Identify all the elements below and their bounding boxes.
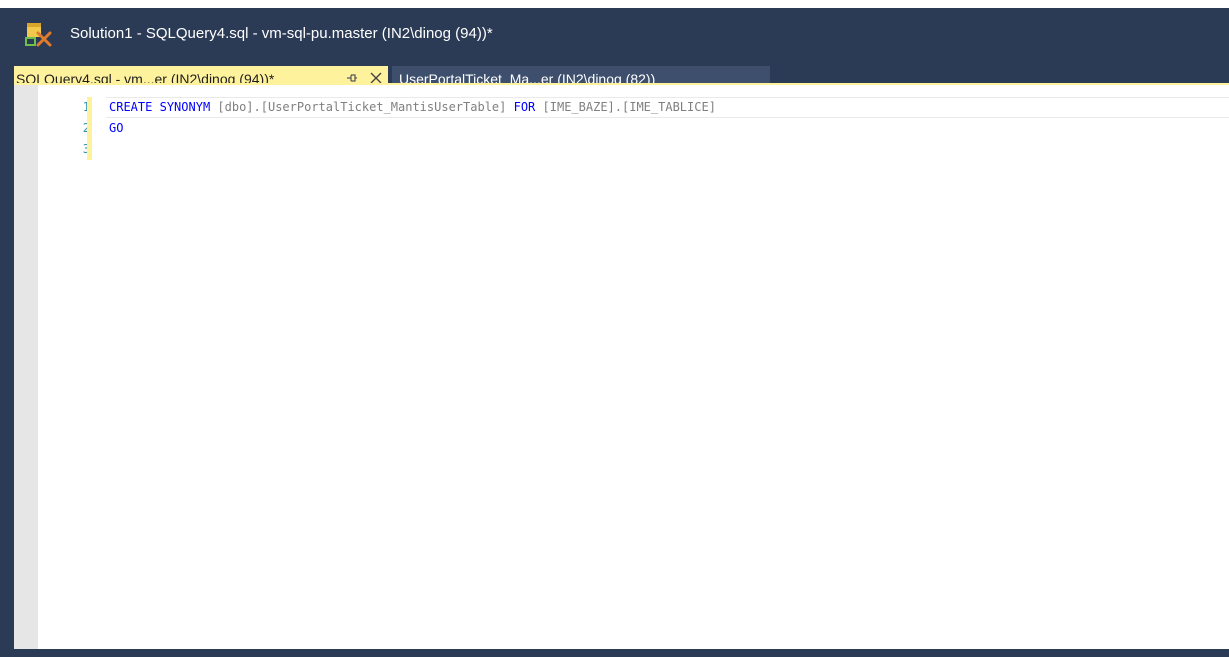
- sql-identifier: [dbo].[UserPortalTicket_MantisUserTable]: [210, 100, 514, 114]
- line-number: 2: [38, 118, 90, 139]
- code-line[interactable]: CREATE SYNONYM [dbo].[UserPortalTicket_M…: [109, 97, 1229, 118]
- line-number: 1: [38, 97, 90, 118]
- line-number: 3: [38, 139, 90, 160]
- ssms-icon[interactable]: [24, 21, 52, 47]
- sql-keyword: GO: [109, 121, 124, 135]
- line-number-gutter: 1 2 3: [38, 85, 90, 649]
- code-line[interactable]: GO: [109, 118, 1229, 139]
- window-title: Solution1 - SQLQuery4.sql - vm-sql-pu.ma…: [70, 25, 493, 42]
- change-tracking-bar: [87, 97, 92, 160]
- sql-keyword: CREATE: [109, 100, 153, 114]
- title-bar: Solution1 - SQLQuery4.sql - vm-sql-pu.ma…: [0, 8, 1229, 64]
- query-editor[interactable]: 1 2 3 CREATE SYNONYM [dbo].[UserPortalTi…: [14, 85, 1229, 649]
- sql-keyword: SYNONYM: [159, 100, 211, 114]
- code-area[interactable]: CREATE SYNONYM [dbo].[UserPortalTicket_M…: [109, 97, 1229, 160]
- selection-margin: [14, 85, 38, 649]
- sql-keyword: FOR: [513, 100, 536, 114]
- sql-identifier: [IME_BAZE].[IME_TABLICE]: [535, 100, 716, 114]
- sql-identifier: [152, 100, 159, 114]
- code-line[interactable]: [109, 139, 1229, 160]
